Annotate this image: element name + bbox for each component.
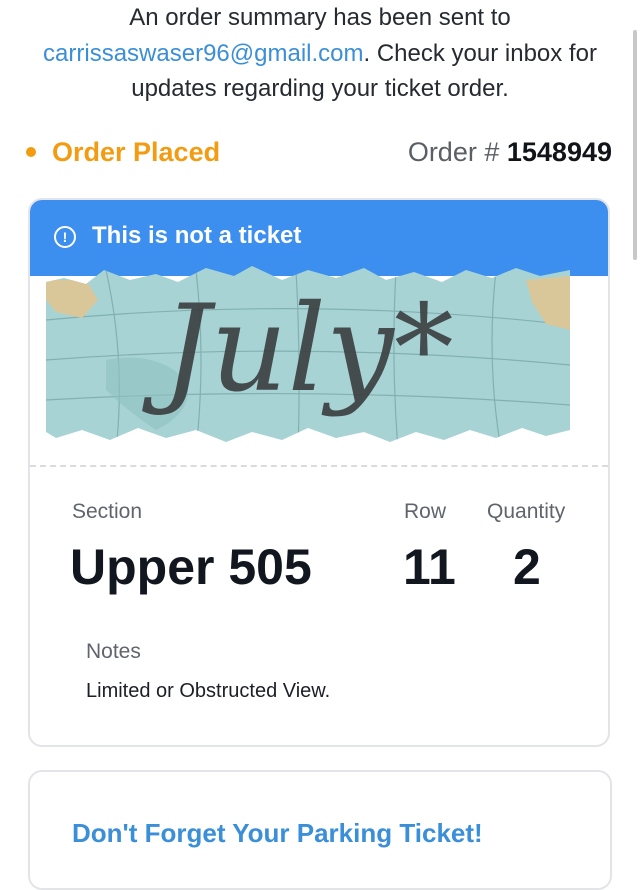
order-number: Order # 1548949: [408, 137, 612, 168]
artwork-title-text: July*: [141, 280, 454, 419]
scrollbar-thumb[interactable]: [633, 30, 637, 260]
ticket-card: ! This is not a ticket July* Section Upp…: [28, 198, 610, 747]
order-status: Order Placed: [26, 137, 220, 168]
parking-ticket-card[interactable]: Don't Forget Your Parking Ticket!: [28, 770, 612, 890]
row-value: 11: [403, 539, 456, 595]
order-status-label: Order Placed: [52, 136, 221, 167]
summary-line-3: updates regarding your ticket order.: [131, 75, 509, 102]
order-number-value: 1548949: [506, 136, 612, 167]
summary-line-2-rest: . Check your inbox for: [363, 40, 597, 67]
quantity-label: Quantity: [487, 500, 566, 523]
notes-label: Notes: [86, 640, 141, 663]
section-label: Section: [72, 500, 143, 523]
event-artwork-image: July*: [46, 266, 570, 442]
order-number-label: Order #: [407, 136, 500, 167]
summary-line-2: carrissaswaser96@gmail.com. Check your i…: [0, 36, 640, 71]
email-link[interactable]: carrissaswaser96@gmail.com: [43, 40, 363, 67]
summary-line-1: An order summary has been sent to: [129, 4, 511, 31]
parking-ticket-title: Don't Forget Your Parking Ticket!: [72, 818, 483, 848]
notes-value: Limited or Obstructed View.: [86, 680, 331, 702]
quantity-value: 2: [513, 539, 541, 595]
order-status-row: Order Placed Order # 1548949: [26, 132, 612, 172]
ticket-divider: [30, 465, 608, 467]
section-value: Upper 505: [70, 539, 312, 595]
status-dot-icon: [26, 147, 36, 157]
row-label: Row: [404, 500, 447, 523]
